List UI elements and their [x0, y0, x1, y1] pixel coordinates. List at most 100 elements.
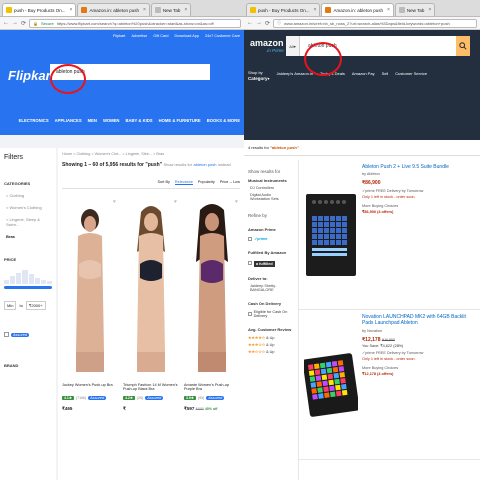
- amazon-prime-label: Amazon Prime: [248, 227, 276, 232]
- assured-badge: Assured: [88, 396, 107, 400]
- more-buying-link[interactable]: ₹86,900 (4 offers): [362, 209, 476, 214]
- checkbox[interactable]: [248, 312, 252, 316]
- nav-link[interactable]: Jaideep's Amazon.in: [277, 71, 314, 76]
- close-icon[interactable]: ×: [314, 7, 317, 13]
- checkbox[interactable]: [4, 332, 9, 337]
- forward-icon[interactable]: →: [256, 20, 262, 26]
- dept-musical-instruments[interactable]: Musical Instruments: [248, 178, 292, 183]
- amazon-favicon-icon: [325, 7, 332, 13]
- category-filter[interactable]: < Lingerie, Sleep & Swim...: [6, 217, 52, 227]
- product-image[interactable]: [303, 164, 358, 305]
- reload-icon[interactable]: ⟳: [21, 20, 26, 27]
- flipkart-favicon-icon: [6, 7, 12, 13]
- close-icon[interactable]: ×: [387, 7, 390, 13]
- header-link[interactable]: Flipkart: [113, 34, 125, 38]
- price-slider[interactable]: [4, 286, 52, 289]
- result-item: Ableton Push 2 + Live 9.5 Suite Bundle b…: [299, 160, 480, 310]
- sort-price-low[interactable]: Price -- Low: [220, 180, 240, 185]
- cod-item: Eligible for Cash On Delivery: [253, 310, 288, 318]
- sort-popularity[interactable]: Popularity: [198, 180, 215, 185]
- category-women[interactable]: WOMEN: [103, 118, 120, 123]
- cod-filter[interactable]: Eligible for Cash On Delivery: [248, 310, 292, 318]
- price-min-select[interactable]: Min: [4, 301, 17, 310]
- assured-filter[interactable]: Assured: [4, 332, 52, 337]
- product-card[interactable]: ♥ Triumph Fashion 14 M Women's Push-up B…: [123, 197, 178, 412]
- search-scope-select[interactable]: All ▾: [286, 36, 300, 56]
- results-summary: 4 results for "ableton push": [244, 140, 480, 156]
- star-filter[interactable]: ★★★☆☆ & Up: [248, 342, 292, 347]
- url-field[interactable]: ⓘ www.amazon.in/s/ref=nb_sb_noss_2?url=s…: [273, 18, 477, 28]
- category-home-furniture[interactable]: HOME & FURNITURE: [159, 118, 201, 123]
- price-to-label: to: [19, 303, 23, 308]
- refine-sidebar: Show results for Musical Instruments DJ …: [244, 160, 296, 480]
- back-icon[interactable]: ←: [247, 20, 253, 26]
- price-max-select[interactable]: ₹2000+: [25, 301, 46, 310]
- url-field[interactable]: 🔒 Secure https://www.flipkart.com/search…: [29, 18, 241, 28]
- amazon-logo[interactable]: amazon: [250, 38, 284, 48]
- product-name[interactable]: Triumph Fashion 14 M Women's Push-up Bla…: [123, 383, 178, 393]
- tab-flipkart[interactable]: push - Buy Products On... ×: [246, 3, 321, 16]
- category-books[interactable]: BOOKS & MORE: [207, 118, 240, 123]
- tab-new[interactable]: New Tab ×: [394, 3, 436, 16]
- category-men[interactable]: MEN: [88, 118, 97, 123]
- category-filter-selected[interactable]: Bras: [6, 234, 52, 239]
- header-link[interactable]: 24x7 Customer Care: [205, 34, 240, 38]
- breadcrumb[interactable]: Home > Clothing > Women's Clot... > Ling…: [62, 152, 240, 156]
- search-button[interactable]: [456, 36, 470, 56]
- header-link[interactable]: Download App: [174, 34, 199, 38]
- results-summary: Showing 1 – 60 of 5,956 results for "pus…: [62, 162, 240, 168]
- prime-filter[interactable]: ✓prime: [248, 236, 292, 241]
- product-image[interactable]: [184, 197, 239, 377]
- close-icon[interactable]: ×: [143, 7, 146, 13]
- tab-new[interactable]: New Tab ×: [150, 3, 192, 16]
- shop-by-category[interactable]: Shop by Category▾: [248, 70, 270, 82]
- sort-relevance[interactable]: Relevance: [174, 180, 193, 185]
- dept-item[interactable]: Digital Audio Workstation Sets: [250, 193, 292, 201]
- fulfilled-filter[interactable]: a fulfilled: [248, 259, 292, 267]
- nav-link[interactable]: Customer Service: [395, 71, 427, 76]
- category-filter[interactable]: < Clothing: [6, 193, 52, 198]
- nav-link[interactable]: Amazon Pay: [352, 71, 375, 76]
- category-filter[interactable]: < Women's Clothing: [6, 205, 52, 210]
- dept-item[interactable]: DJ Controllers: [250, 186, 292, 190]
- product-image[interactable]: [62, 197, 117, 377]
- star-filter-label: & Up: [266, 343, 275, 347]
- product-title-link[interactable]: Ableton Push 2 + Live 9.5 Suite Bundle: [362, 164, 476, 170]
- product-title-link[interactable]: Novation LAUNCHPAD MK2 with 64GB Backlit…: [362, 314, 476, 327]
- category-appliances[interactable]: APPLIANCES: [55, 118, 82, 123]
- flipkart-logo[interactable]: Flipkart: [8, 68, 55, 83]
- forward-icon[interactable]: →: [12, 20, 18, 26]
- back-icon[interactable]: ←: [3, 20, 9, 26]
- reload-icon[interactable]: ⟳: [265, 20, 270, 27]
- checkbox[interactable]: [248, 261, 252, 265]
- price-histogram: [4, 270, 52, 284]
- star-filter[interactable]: ★★★★☆ & Up: [248, 335, 292, 340]
- more-buying-link[interactable]: ₹12,178 (4 offers): [362, 371, 476, 376]
- product-card[interactable]: ♥ Amante Women's Push-up Purple Bra 3.9★…: [184, 197, 239, 412]
- star-filter[interactable]: ★★☆☆☆ & Up: [248, 349, 292, 354]
- close-icon[interactable]: ×: [70, 7, 73, 13]
- product-card[interactable]: ♥ Jockey Women's Push-up Bra 4.1★ (7166) A…: [62, 197, 117, 412]
- close-icon[interactable]: ×: [184, 7, 187, 13]
- deliver-location[interactable]: Jaideep Shetty- BANGALORE: [250, 284, 292, 292]
- price-value: ₹465: [62, 406, 73, 411]
- heart-icon[interactable]: ♥: [113, 199, 116, 205]
- header-link[interactable]: Gift Card: [153, 34, 168, 38]
- tab-amazon[interactable]: Amazon.in: ableton push ×: [321, 3, 394, 16]
- header-link[interactable]: Advertise: [131, 34, 147, 38]
- nav-link[interactable]: Sell: [382, 71, 389, 76]
- tab-flipkart[interactable]: push - Buy Products On... ×: [2, 3, 77, 16]
- heart-icon[interactable]: ♥: [235, 199, 238, 205]
- product-price[interactable]: ₹86,900: [362, 180, 476, 186]
- checkbox[interactable]: [248, 236, 252, 241]
- category-baby-kids[interactable]: BABY & KIDS: [125, 118, 152, 123]
- heart-icon[interactable]: ♥: [174, 199, 177, 205]
- instead-link[interactable]: ableton push: [194, 162, 217, 167]
- product-name[interactable]: Amante Women's Push-up Purple Bra: [184, 383, 239, 393]
- category-electronics[interactable]: ELECTRONICS: [19, 118, 49, 123]
- tab-amazon[interactable]: Amazon.in: ableton push ×: [77, 3, 150, 16]
- product-image[interactable]: [303, 314, 358, 455]
- product-name[interactable]: Jockey Women's Push-up Bra: [62, 383, 117, 393]
- close-icon[interactable]: ×: [428, 7, 431, 13]
- product-image[interactable]: [123, 197, 178, 377]
